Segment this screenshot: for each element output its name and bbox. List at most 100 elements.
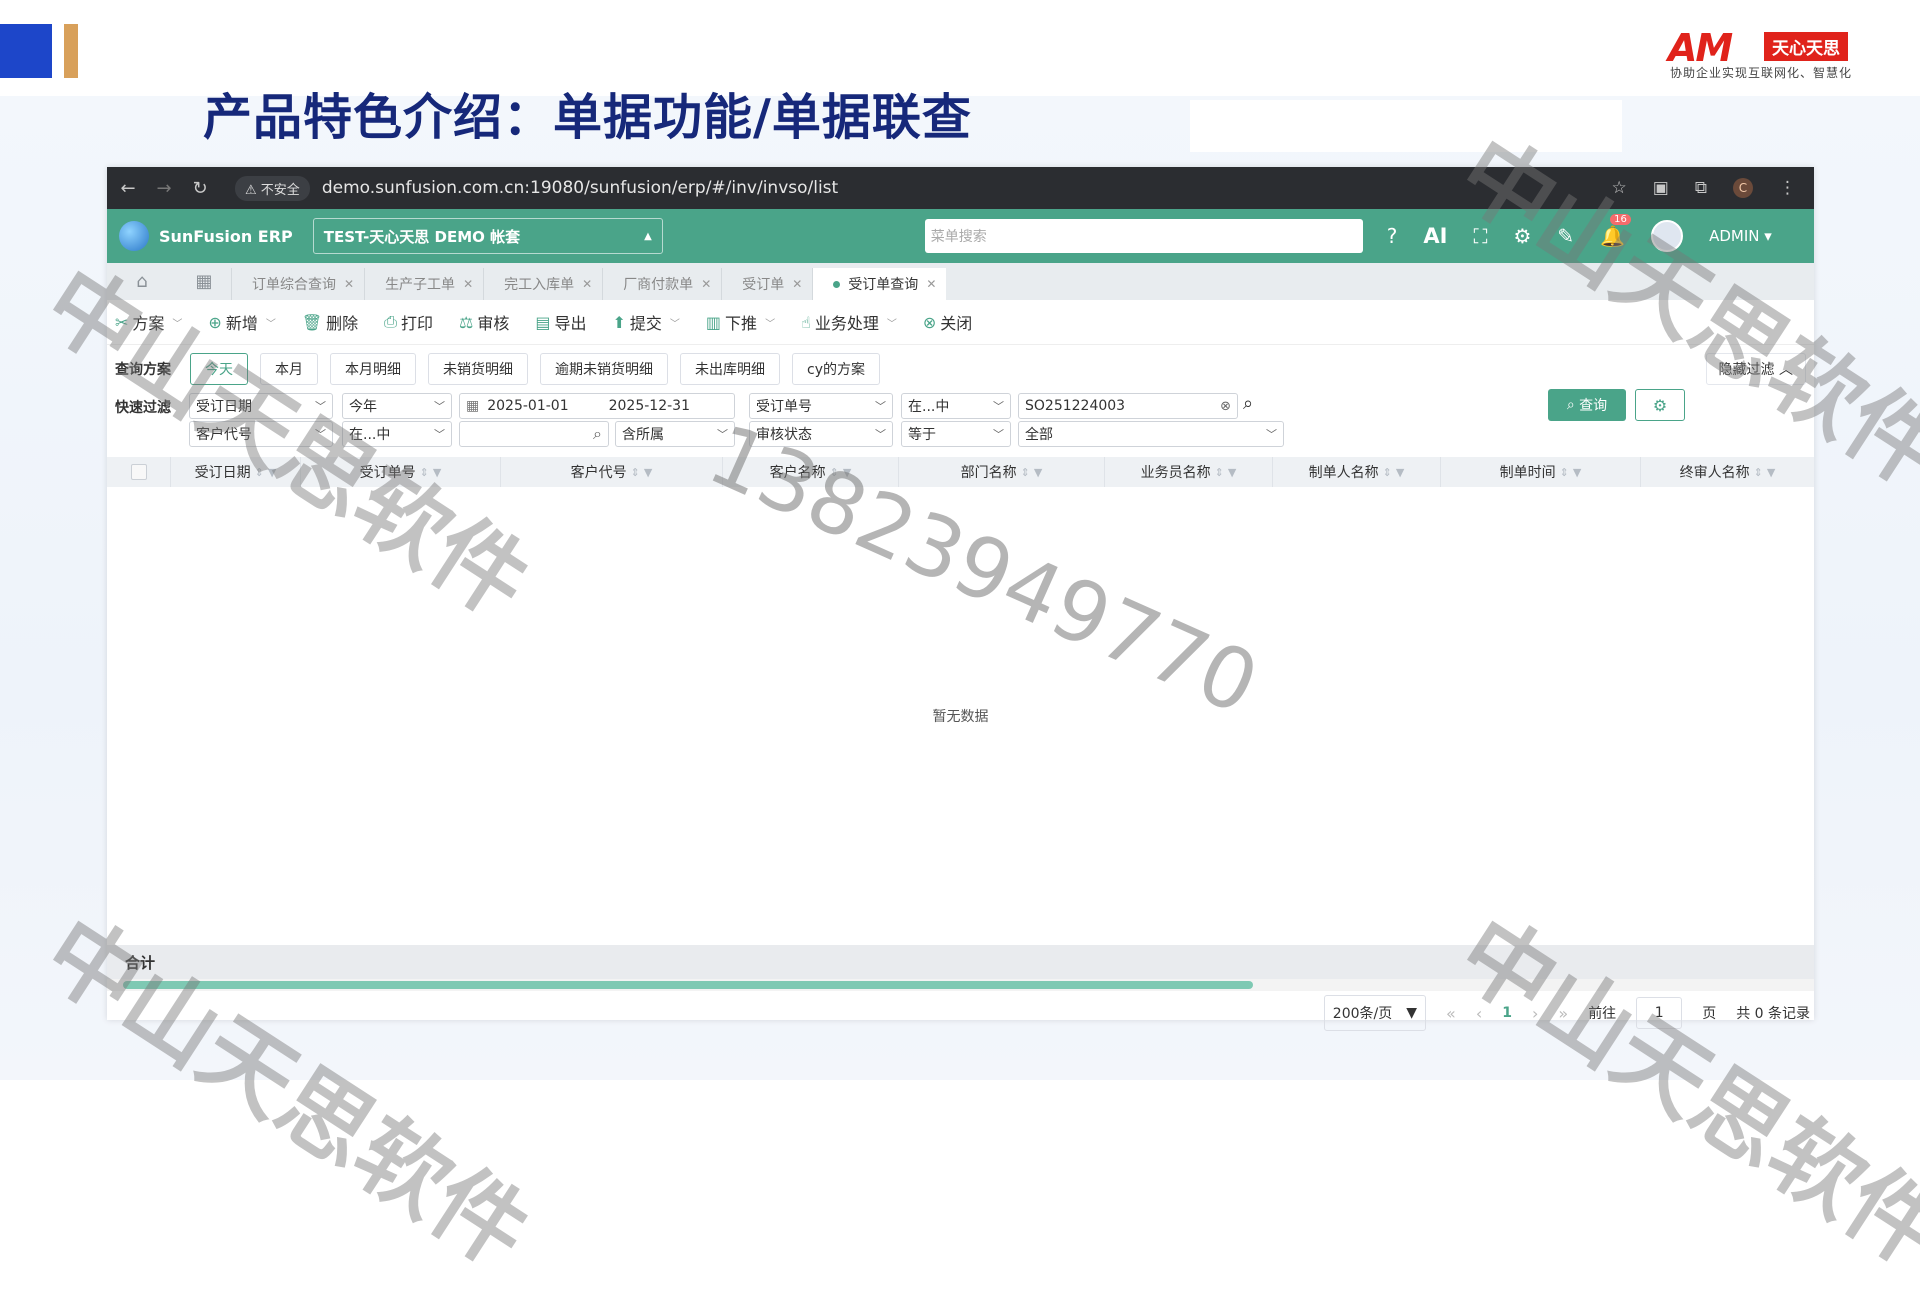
filter-field-select-4[interactable]: 审核状态 ﹀ — [749, 421, 893, 447]
fullscreen-icon[interactable]: ⛶ — [1473, 224, 1487, 248]
filter-field-select-2[interactable]: 受订单号 ﹀ — [749, 393, 893, 419]
filter-operator-select-4[interactable]: 等于 ﹀ — [901, 421, 1011, 447]
user-menu[interactable]: ADMIN ▾ — [1709, 227, 1772, 245]
col-customer-code[interactable]: 客户代号 ⇕ ▼ — [501, 457, 723, 487]
col-order-number[interactable]: 受订单号 ⇕ ▼ — [301, 457, 501, 487]
app-brand[interactable]: SunFusion ERP — [119, 221, 293, 251]
print-button[interactable]: ⎙ 打印 — [384, 310, 433, 334]
current-page[interactable]: 1 — [1502, 1005, 1512, 1021]
filter-funnel-icon[interactable]: ▼ — [1034, 466, 1042, 479]
audit-status-select[interactable]: 全部 ﹀ — [1018, 421, 1284, 447]
prev-page-icon[interactable]: ‹ — [1476, 1004, 1482, 1023]
submit-button[interactable]: ⬆ 提交 ﹀ — [613, 310, 680, 334]
sort-icon[interactable]: ⇕ — [1383, 466, 1392, 479]
user-avatar[interactable] — [1651, 220, 1684, 252]
clean-broom-icon[interactable]: ✎ — [1557, 224, 1574, 248]
query-chip-this-month[interactable]: 本月 — [260, 353, 318, 385]
query-chip-month-detail[interactable]: 本月明细 — [330, 353, 416, 385]
help-icon[interactable]: ? — [1387, 224, 1398, 248]
query-chip-unshipped[interactable]: 未出库明细 — [680, 353, 780, 385]
incognito-icon[interactable]: ▣ — [1653, 178, 1669, 198]
goto-page-input[interactable]: 1 — [1636, 997, 1683, 1029]
hide-filter-button[interactable]: 隐藏过滤 ︿ — [1705, 353, 1806, 385]
clear-icon[interactable]: ⊗ — [1220, 399, 1231, 414]
extensions-icon[interactable]: ⧉ — [1695, 178, 1707, 198]
filter-funnel-icon[interactable]: ▼ — [1228, 466, 1236, 479]
address-bar[interactable]: ⚠ 不安全 demo.sunfusion.com.cn:19080/sunfus… — [235, 175, 838, 201]
first-page-icon[interactable]: « — [1446, 1004, 1456, 1023]
close-icon[interactable]: ✕ — [792, 277, 802, 291]
tab-sales-order-query[interactable]: 受订单查询 ✕ — [812, 268, 947, 300]
filter-funnel-icon[interactable]: ▼ — [843, 466, 851, 479]
filter-funnel-icon[interactable]: ▼ — [433, 466, 441, 479]
audit-button[interactable]: ⚖ 审核 — [459, 310, 509, 334]
notification-bell-icon[interactable]: 🔔 16 — [1600, 214, 1631, 248]
order-number-input[interactable]: SO251224003 ⊗ — [1018, 393, 1238, 419]
ai-button[interactable]: AI — [1423, 224, 1447, 248]
tab-sales-order[interactable]: 受订单 ✕ — [721, 268, 812, 300]
page-size-select[interactable]: 200条/页 ▼ — [1323, 995, 1427, 1031]
tab-finished-receipt[interactable]: 完工入库单 ✕ — [483, 268, 602, 300]
query-chip-today[interactable]: 今天 — [190, 353, 248, 385]
profile-avatar[interactable]: C — [1733, 178, 1753, 198]
more-menu-icon[interactable]: ⋮ — [1779, 178, 1796, 198]
add-button[interactable]: ⊕ 新增 ﹀ — [208, 310, 275, 334]
scrollbar-thumb[interactable] — [123, 981, 1253, 989]
apps-grid-icon[interactable]: ▦ — [177, 271, 231, 292]
back-icon[interactable]: ← — [113, 178, 143, 199]
tab-order-query[interactable]: 订单综合查询 ✕ — [231, 268, 364, 300]
sort-icon[interactable]: ⇕ — [1754, 466, 1763, 479]
sort-icon[interactable]: ⇕ — [255, 466, 264, 479]
sort-icon[interactable]: ⇕ — [1021, 466, 1030, 479]
filter-operator-select-2[interactable]: 在...中 ﹀ — [901, 393, 1011, 419]
last-page-icon[interactable]: » — [1558, 1004, 1568, 1023]
filter-operator-select-3[interactable]: 在...中 ﹀ — [342, 421, 452, 447]
bookmark-star-icon[interactable]: ☆ — [1612, 178, 1627, 198]
date-start[interactable]: 2025-01-01 — [487, 398, 568, 414]
push-down-button[interactable]: ▥ 下推 ﹀ — [706, 310, 775, 334]
col-creator-name[interactable]: 制单人名称 ⇕ ▼ — [1273, 457, 1441, 487]
close-icon[interactable]: ✕ — [344, 277, 354, 291]
sort-icon[interactable]: ⇕ — [1560, 466, 1569, 479]
filter-funnel-icon[interactable]: ▼ — [268, 466, 276, 479]
customer-code-input[interactable]: ⌕ — [459, 421, 609, 447]
filter-funnel-icon[interactable]: ▼ — [644, 466, 652, 479]
query-chip-overdue-unsold[interactable]: 逾期未销货明细 — [540, 353, 668, 385]
delete-button[interactable]: 🗑 删除 — [302, 310, 358, 334]
query-chip-cy-scheme[interactable]: cy的方案 — [792, 353, 880, 385]
settings-gear-icon[interactable]: ⚙ — [1513, 224, 1531, 248]
filter-operator-select-1[interactable]: 今年 ﹀ — [342, 393, 452, 419]
menu-search-input[interactable]: 菜单搜索 — [924, 219, 1363, 253]
col-salesperson-name[interactable]: 业务员名称 ⇕ ▼ — [1105, 457, 1273, 487]
insecure-badge[interactable]: ⚠ 不安全 — [235, 175, 310, 201]
close-icon[interactable]: ✕ — [926, 277, 936, 291]
scheme-button[interactable]: ✂ 方案 ﹀ — [115, 310, 182, 334]
tab-vendor-payment[interactable]: 厂商付款单 ✕ — [602, 268, 721, 300]
sort-icon[interactable]: ⇕ — [1215, 466, 1224, 479]
col-customer-name[interactable]: 客户名称 ⇕ ▼ — [723, 457, 899, 487]
filter-funnel-icon[interactable]: ▼ — [1396, 466, 1404, 479]
account-select[interactable]: TEST-天心天思 DEMO 帐套 ▲ — [312, 218, 663, 254]
sort-icon[interactable]: ⇕ — [830, 466, 839, 479]
col-final-auditor[interactable]: 终审人名称 ⇕ ▼ — [1641, 457, 1814, 487]
export-button[interactable]: ▤ 导出 — [535, 310, 586, 334]
search-icon[interactable]: ⌕ — [1243, 393, 1253, 414]
scope-select[interactable]: 含所属 ﹀ — [615, 421, 735, 447]
close-icon[interactable]: ✕ — [701, 277, 711, 291]
horizontal-scrollbar[interactable] — [107, 979, 1814, 991]
filter-settings-gear-icon[interactable]: ⚙ — [1635, 389, 1685, 421]
business-process-button[interactable]: ☝ 业务处理 ﹀ — [801, 310, 897, 334]
sort-icon[interactable]: ⇕ — [420, 466, 429, 479]
sort-icon[interactable]: ⇕ — [631, 466, 640, 479]
close-icon[interactable]: ✕ — [463, 277, 473, 291]
filter-field-select-1[interactable]: 受订日期 ﹀ — [189, 393, 333, 419]
date-range-picker[interactable]: ▦ 2025-01-01 2025-12-31 — [459, 393, 735, 419]
date-end[interactable]: 2025-12-31 — [609, 398, 690, 414]
forward-icon[interactable]: → — [149, 178, 179, 199]
home-icon[interactable]: ⌂ — [107, 271, 177, 292]
filter-funnel-icon[interactable]: ▼ — [1767, 466, 1775, 479]
col-department-name[interactable]: 部门名称 ⇕ ▼ — [899, 457, 1105, 487]
close-button[interactable]: ⊗ 关闭 — [923, 310, 972, 334]
url-text[interactable]: demo.sunfusion.com.cn:19080/sunfusion/er… — [322, 178, 838, 198]
col-order-date[interactable]: 受订日期 ⇕ ▼ — [171, 457, 301, 487]
